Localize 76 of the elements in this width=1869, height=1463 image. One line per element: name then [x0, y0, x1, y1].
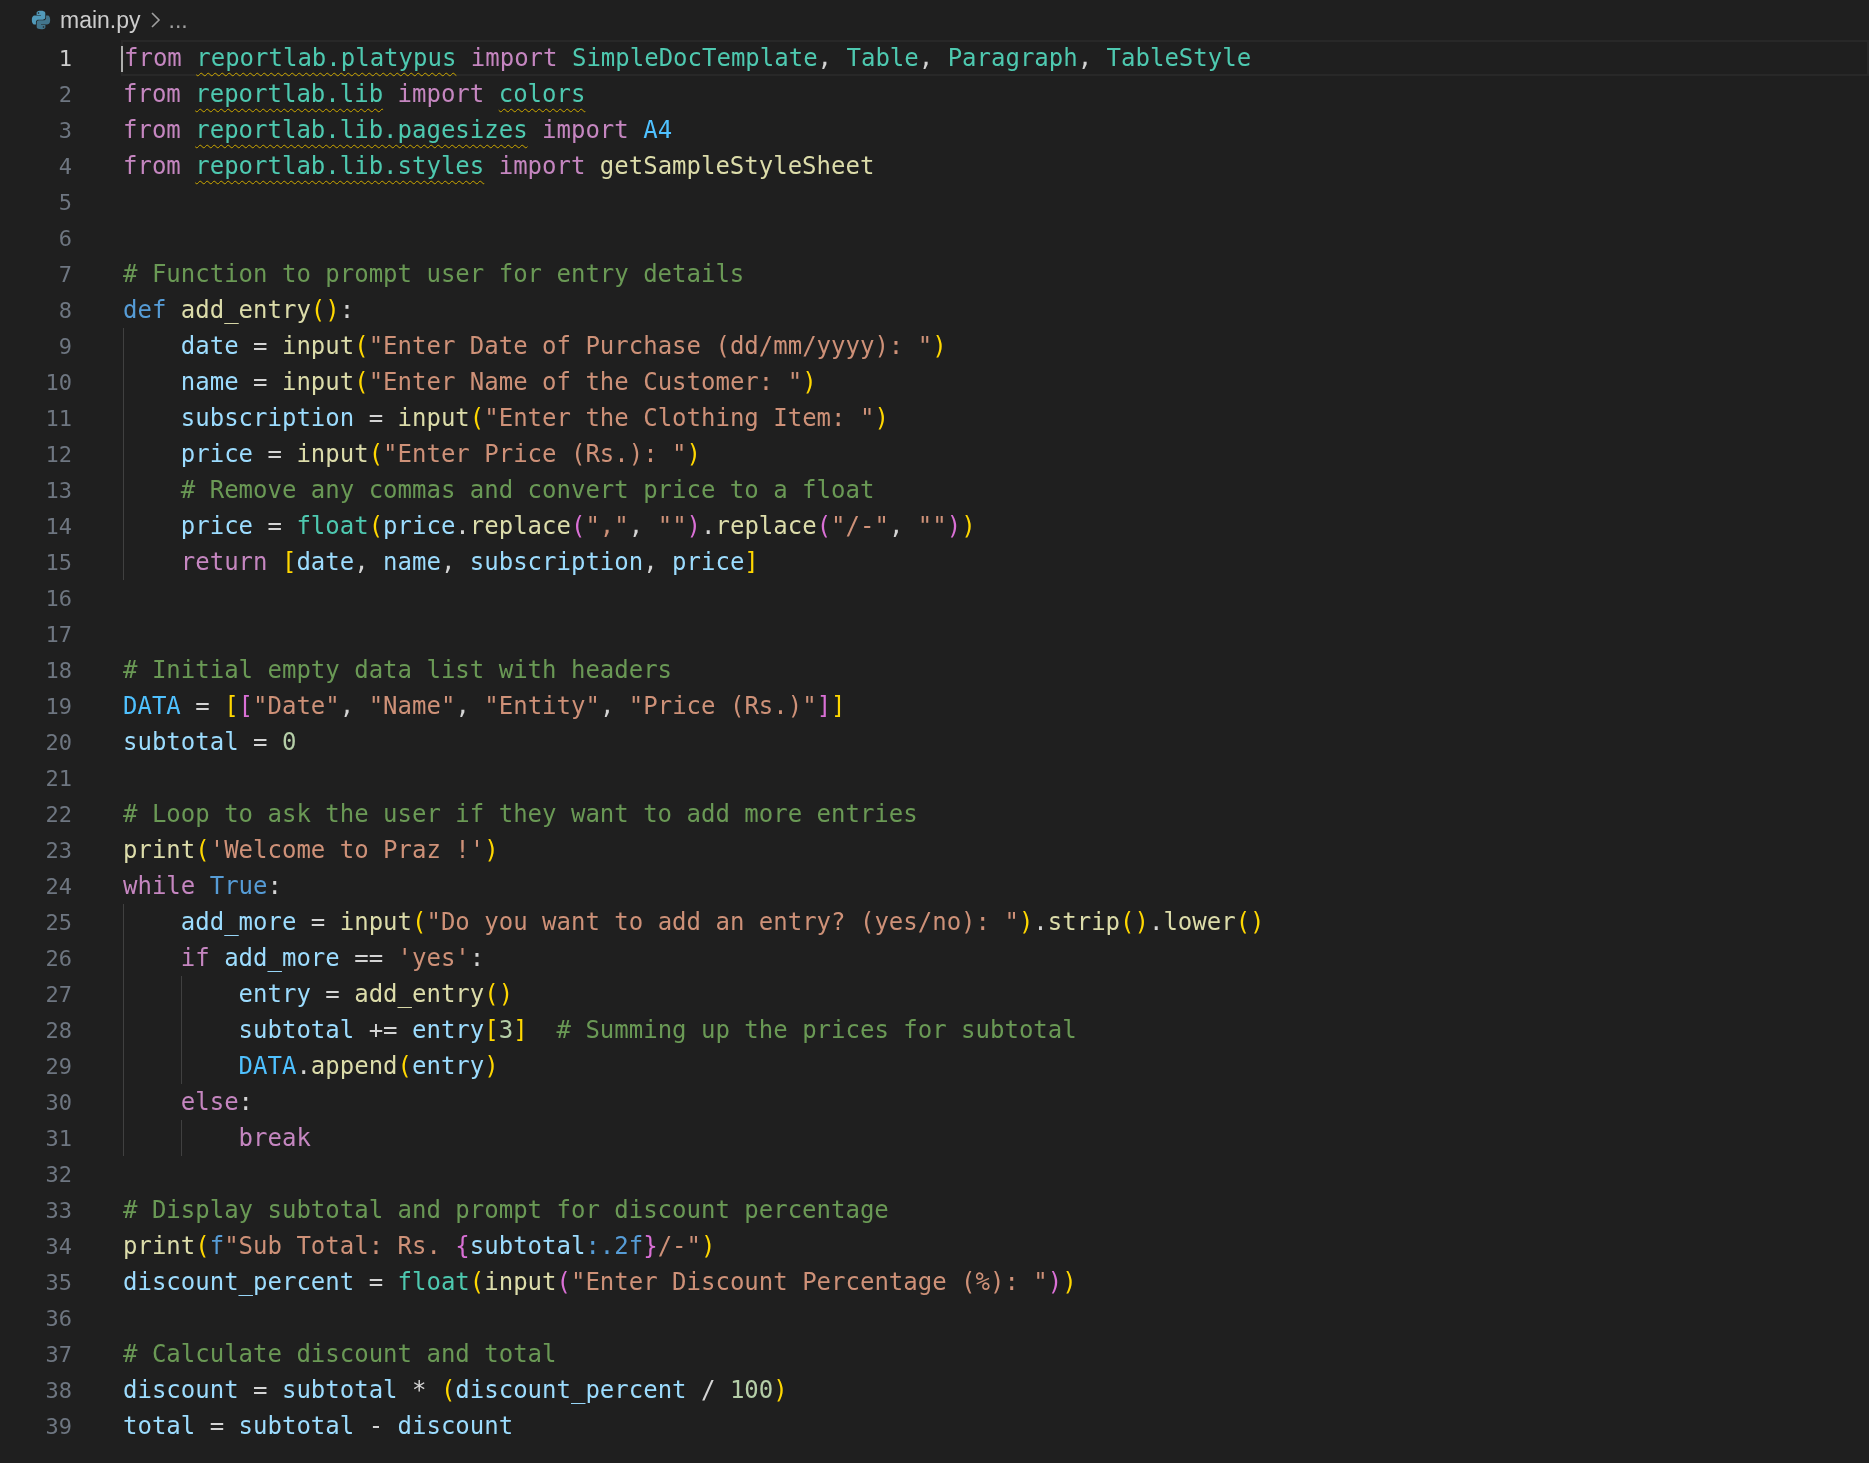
line-number: 32: [45, 1160, 72, 1189]
line-number: 7: [58, 260, 72, 289]
code-line: # Calculate discount and total: [123, 1339, 557, 1370]
line-number: 2: [58, 80, 72, 109]
line-number: 3: [58, 116, 72, 145]
line-number: 4: [58, 152, 72, 181]
code-line: entry = add_entry(): [237, 979, 514, 1010]
line-number: 18: [45, 656, 72, 685]
text-cursor: [121, 46, 123, 72]
code-line: total = subtotal - discount: [123, 1411, 514, 1442]
breadcrumb-trail[interactable]: ...: [168, 2, 188, 38]
line-number: 16: [45, 584, 72, 613]
line-number: 8: [58, 296, 72, 325]
code-line: # Display subtotal and prompt for discount percentage: [123, 1195, 889, 1226]
code-line: from reportlab.lib.pagesizes import A4: [123, 115, 673, 146]
line-number: 12: [45, 440, 72, 469]
line-number: 33: [45, 1196, 72, 1225]
line-number: 17: [45, 620, 72, 649]
line-number: 28: [45, 1016, 72, 1045]
python-file-icon: [30, 9, 52, 31]
line-number: 13: [45, 476, 72, 505]
line-number: 38: [45, 1376, 72, 1405]
line-number: 15: [45, 548, 72, 577]
line-number: 23: [45, 836, 72, 865]
code-line: # Loop to ask the user if they want to add more entries: [123, 799, 918, 830]
code-line: else:: [179, 1087, 254, 1118]
line-number: 30: [45, 1088, 72, 1117]
code-line: print(f"Sub Total: Rs. {subtotal:.2f}/-"): [123, 1231, 716, 1262]
code-line: return [date, name, subscription, price]: [179, 547, 759, 578]
line-number: 39: [45, 1412, 72, 1441]
code-line: if add_more == 'yes':: [179, 943, 485, 974]
code-line: print('Welcome to Praz !'): [123, 835, 499, 866]
code-line: from reportlab.lib import colors: [123, 79, 586, 110]
code-line: # Initial empty data list with headers: [123, 655, 673, 686]
code-line: subtotal = 0: [123, 727, 297, 758]
chevron-right-icon: [148, 11, 161, 29]
line-number: 35: [45, 1268, 72, 1297]
line-number: 24: [45, 872, 72, 901]
code-line: discount_percent = float(input("Enter Discount Percentage (%): ")): [123, 1267, 1077, 1298]
code-line: price = float(price.replace(",", "").replace("/-", "")): [179, 511, 976, 542]
line-number: 26: [45, 944, 72, 973]
code-line: discount = subtotal * (discount_percent / 100): [123, 1375, 788, 1406]
code-line: DATA.append(entry): [237, 1051, 499, 1082]
line-number: 6: [58, 224, 72, 253]
line-number: 27: [45, 980, 72, 1009]
code-line: break: [237, 1123, 311, 1154]
code-line: # Remove any commas and convert price to a float: [179, 475, 875, 506]
line-number: 34: [45, 1232, 72, 1261]
line-number: 21: [45, 764, 72, 793]
line-number: 5: [58, 188, 72, 217]
code-line: subtotal += entry[3] # Summing up the prices for subtotal: [237, 1015, 1077, 1046]
line-number: 10: [45, 368, 72, 397]
code-line: add_more = input("Do you want to add an entry? (yes/no): ").strip().lower(): [179, 907, 1265, 938]
code-line: # Function to prompt user for entry details: [123, 259, 745, 290]
code-line: from reportlab.lib.styles import getSampleStyleSheet: [123, 151, 875, 182]
code-line: price = input("Enter Price (Rs.): "): [179, 439, 701, 470]
code-line: date = input("Enter Date of Purchase (dd/mm/yyyy): "): [179, 331, 947, 362]
line-number: 31: [45, 1124, 72, 1153]
code-line: def add_entry():: [123, 295, 355, 326]
line-number: 9: [58, 332, 72, 361]
line-number: 29: [45, 1052, 72, 1081]
line-number: 11: [45, 404, 72, 433]
code-line: subscription = input("Enter the Clothing Item: "): [179, 403, 889, 434]
code-line: from reportlab.platypus import SimpleDocTemplate, Table, Paragraph, TableStyle: [124, 43, 1252, 74]
line-number: 37: [45, 1340, 72, 1369]
breadcrumb-file[interactable]: main.py: [60, 2, 141, 38]
line-number: 25: [45, 908, 72, 937]
line-number: 20: [45, 728, 72, 757]
line-number: 14: [45, 512, 72, 541]
line-number: 36: [45, 1304, 72, 1333]
line-number: 19: [45, 692, 72, 721]
line-number: 1: [58, 44, 72, 73]
line-number: 22: [45, 800, 72, 829]
code-line: while True:: [123, 871, 282, 902]
code-line: DATA = [["Date", "Name", "Entity", "Price (Rs.)"]]: [123, 691, 846, 722]
code-line: name = input("Enter Name of the Customer: "): [179, 367, 817, 398]
